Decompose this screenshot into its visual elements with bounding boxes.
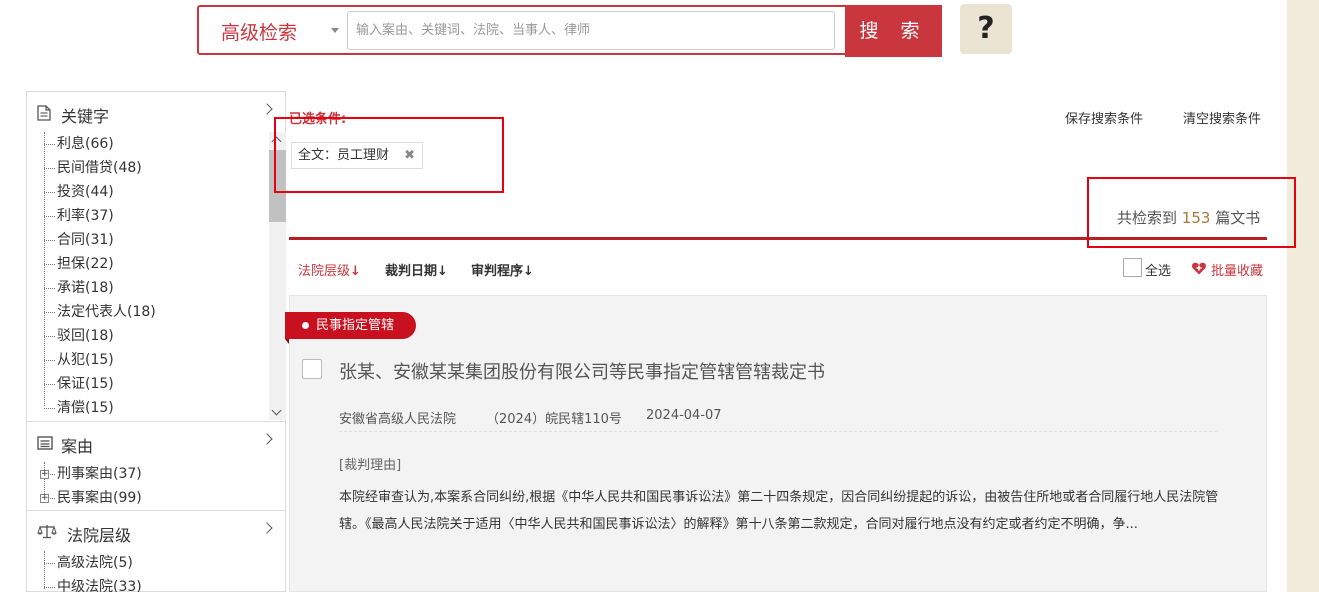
keyword-item[interactable]: 利率(37)	[44, 204, 285, 228]
result-title-link[interactable]: 张某、安徽某某集团股份有限公司等民事指定管辖管辖裁定书	[339, 358, 825, 384]
condition-chip-label: 全文：员工理财	[298, 148, 390, 163]
sort-judgment-date[interactable]: 裁判日期↓	[385, 260, 448, 279]
scroll-down-icon[interactable]	[271, 405, 282, 416]
select-all-checkbox[interactable]	[1123, 258, 1142, 277]
filter-section-header[interactable]: 关键字	[27, 92, 285, 132]
keyword-item[interactable]: 驳回(18)	[44, 324, 285, 348]
keyword-item[interactable]: 从犯(15)	[44, 348, 285, 372]
keyword-item[interactable]: 利息(66)	[44, 132, 285, 156]
arrow-down-icon: ↓	[350, 264, 361, 279]
chevron-right-icon[interactable]	[261, 433, 273, 445]
keyword-item[interactable]: 清偿(15)	[44, 396, 285, 416]
tag-fold	[285, 339, 289, 344]
cause-item-label: 民事案由(99)	[57, 490, 142, 506]
condition-chip: 全文：员工理财 ✖	[291, 142, 423, 169]
select-all-label[interactable]: 全选	[1145, 260, 1171, 279]
result-count: 共检索到 153 篇文书	[1117, 207, 1260, 228]
court-level-item[interactable]: 中级法院(33)	[44, 575, 285, 592]
keyword-item[interactable]: 合同(31)	[44, 228, 285, 252]
save-search-conditions-link[interactable]: 保存搜索条件	[1065, 108, 1143, 127]
result-court: 安徽省高级人民法院	[339, 412, 457, 427]
reason-label: [裁判理由]	[339, 458, 402, 473]
advanced-search-toggle[interactable]: 高级检索	[221, 18, 339, 45]
result-checkbox[interactable]	[302, 359, 322, 379]
dot-icon	[302, 322, 309, 329]
sort-label: 裁判日期	[385, 264, 438, 279]
keyword-list: 利息(66) 民间借贷(48) 投资(44) 利率(37) 合同(31) 担保(…	[27, 132, 285, 416]
filter-section-keywords: 关键字 利息(66) 民间借贷(48) 投资(44) 利率(37) 合同(31)…	[27, 92, 286, 422]
case-type-tag: 民事指定管辖	[285, 312, 416, 339]
reason-text: 本院经审查认为,本案系合同纠纷,根据《中华人民共和国民事诉讼法》第二十四条规定，…	[339, 490, 1219, 532]
filter-section-court-level: 法院层级 高级法院(5) 中级法院(33)	[27, 511, 285, 592]
court-level-list: 高级法院(5) 中级法院(33)	[27, 551, 285, 592]
keyword-item[interactable]: 担保(22)	[44, 252, 285, 276]
search-input[interactable]: 输入案由、关键词、法院、当事人、律师	[347, 11, 835, 50]
arrow-down-icon: ↓	[437, 264, 448, 279]
keyword-item[interactable]: 投资(44)	[44, 180, 285, 204]
document-icon	[37, 105, 51, 121]
chevron-right-icon[interactable]	[261, 522, 273, 534]
section-title: 案由	[61, 437, 94, 456]
result-date: 2024-04-07	[646, 408, 722, 423]
caret-down-icon	[331, 28, 339, 33]
sort-label: 审判程序	[471, 264, 524, 279]
advanced-search-label: 高级检索	[221, 22, 298, 44]
filter-section-header[interactable]: 案由	[27, 422, 285, 462]
scales-icon	[37, 525, 57, 539]
expand-plus-icon[interactable]: +	[40, 494, 49, 503]
divider	[339, 431, 1217, 432]
sort-court-level[interactable]: 法院层级↓	[298, 260, 361, 279]
sort-label: 法院层级	[298, 264, 351, 279]
heart-plus-icon[interactable]	[1191, 260, 1207, 276]
clear-search-conditions-link[interactable]: 清空搜索条件	[1183, 108, 1261, 127]
expand-plus-icon[interactable]: +	[40, 470, 49, 479]
filter-section-header[interactable]: 法院层级	[27, 511, 285, 551]
result-case-number: （2024）皖民辖110号	[486, 412, 622, 427]
filter-section-cause: 案由 + 刑事案由(37) + 民事案由(99)	[27, 422, 285, 511]
chevron-right-icon[interactable]	[261, 103, 273, 115]
case-type-label: 民事指定管辖	[316, 318, 395, 333]
search-button[interactable]: 搜 索	[845, 5, 942, 57]
filter-sidebar: 关键字 利息(66) 民间借贷(48) 投资(44) 利率(37) 合同(31)…	[26, 91, 286, 592]
sort-trial-procedure[interactable]: 审判程序↓	[471, 260, 534, 279]
list-icon	[37, 436, 53, 450]
cause-item-label: 刑事案由(37)	[57, 466, 142, 482]
keyword-item[interactable]: 法定代表人(18)	[44, 300, 285, 324]
court-level-item[interactable]: 高级法院(5)	[44, 551, 285, 575]
result-card	[289, 295, 1267, 592]
keyword-item[interactable]: 保证(15)	[44, 372, 285, 396]
divider	[289, 237, 1267, 240]
cause-list: + 刑事案由(37) + 民事案由(99)	[27, 462, 285, 510]
remove-condition-icon[interactable]: ✖	[404, 143, 415, 168]
help-button[interactable]: ?	[960, 4, 1012, 54]
keyword-item[interactable]: 承诺(18)	[44, 276, 285, 300]
arrow-down-icon: ↓	[523, 264, 534, 279]
section-title: 法院层级	[67, 526, 132, 545]
result-count-prefix: 共检索到	[1117, 209, 1182, 227]
result-count-number: 153	[1181, 209, 1211, 227]
search-bar: 高级检索 输入案由、关键词、法院、当事人、律师 搜 索	[197, 5, 942, 57]
keyword-item[interactable]: 民间借贷(48)	[44, 156, 285, 180]
section-title: 关键字	[61, 107, 110, 126]
batch-collect-button[interactable]: 批量收藏	[1211, 260, 1263, 279]
result-count-suffix: 篇文书	[1210, 209, 1261, 227]
right-margin	[1287, 0, 1319, 592]
cause-item[interactable]: + 民事案由(99)	[40, 486, 285, 510]
cause-item[interactable]: + 刑事案由(37)	[40, 462, 285, 486]
